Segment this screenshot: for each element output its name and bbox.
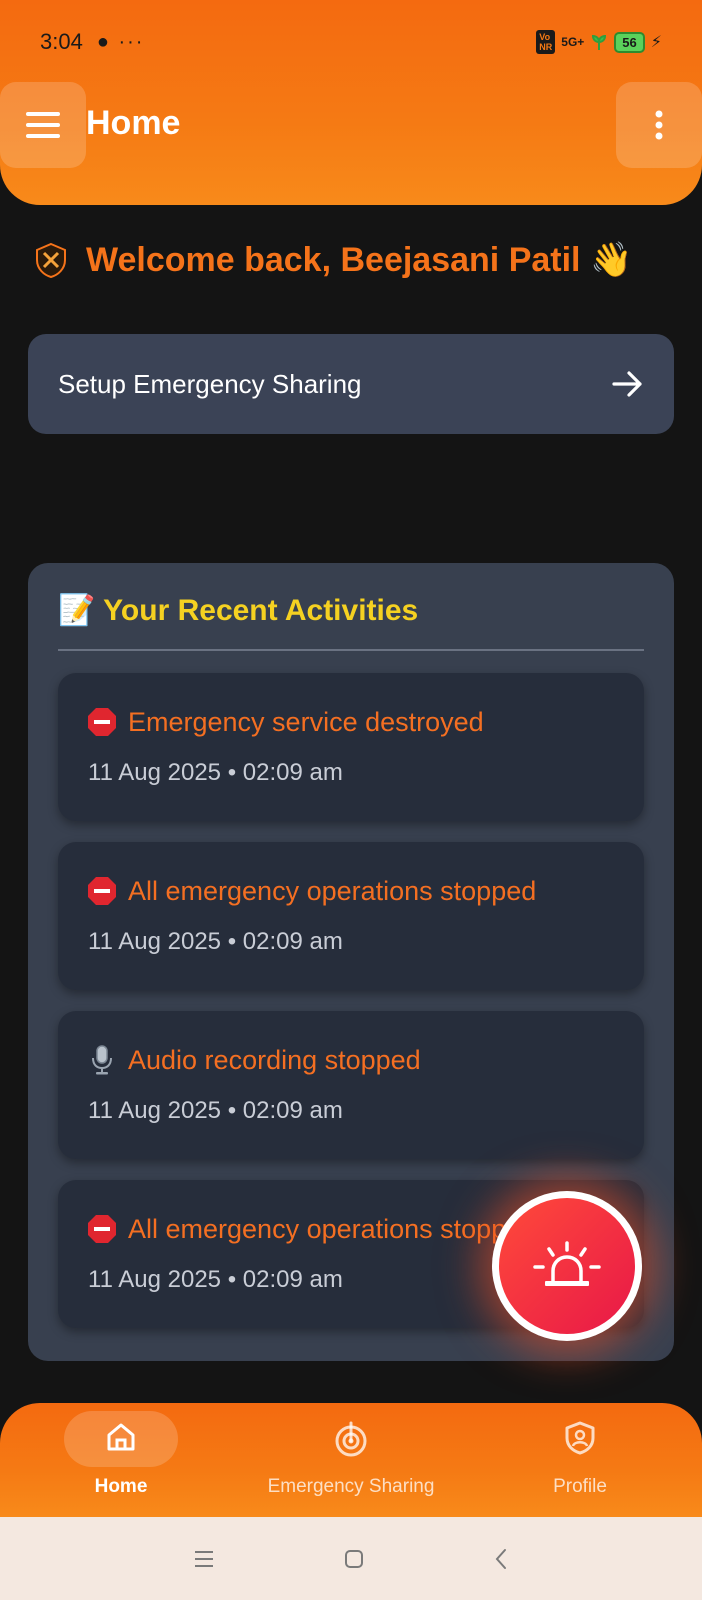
activity-title-row: All emergency operations stopped <box>86 875 536 907</box>
nav-label-emergency-sharing: Emergency Sharing <box>267 1476 435 1497</box>
signal-icon <box>592 34 607 50</box>
activity-time: 11 Aug 2025 • 02:09 am <box>88 759 343 786</box>
hamburger-icon <box>26 112 60 138</box>
arrow-right-icon <box>612 371 642 397</box>
activity-item[interactable]: All emergency operations stopped 11 Aug … <box>58 842 644 990</box>
status-time: 3:04 <box>40 29 83 54</box>
recents-icon[interactable] <box>194 1550 214 1568</box>
setup-label: Setup Emergency Sharing <box>58 368 362 399</box>
stop-sign-icon <box>88 877 116 905</box>
app-logo-icon <box>36 242 66 278</box>
microphone-icon <box>92 1045 112 1075</box>
home-icon <box>107 1423 135 1451</box>
charging-icon: ⚡ <box>650 34 662 51</box>
activity-item[interactable]: Audio recording stopped 11 Aug 2025 • 02… <box>58 1011 644 1159</box>
volte-icon: Vo NR <box>536 30 556 54</box>
radar-icon <box>335 1421 367 1457</box>
activity-item[interactable]: Emergency service destroyed 11 Aug 2025 … <box>58 673 644 821</box>
status-notification-icons: ● ··· <box>96 30 145 53</box>
nav-label-profile: Profile <box>553 1476 607 1497</box>
shield-user-icon <box>565 1421 595 1455</box>
activity-title: All emergency operations stopped <box>128 1213 537 1244</box>
sos-button-inner <box>499 1198 635 1334</box>
status-right-icons: Vo NR 5G+ 56 ⚡ <box>536 30 662 54</box>
divider <box>58 649 644 651</box>
setup-emergency-sharing-card[interactable]: Setup Emergency Sharing <box>28 334 674 434</box>
siren-icon <box>533 1241 601 1286</box>
status-bar: 3:04 ● ··· Vo NR 5G+ 56 ⚡ <box>0 22 702 62</box>
activity-time: 11 Aug 2025 • 02:09 am <box>88 1266 343 1293</box>
activity-time: 11 Aug 2025 • 02:09 am <box>88 1097 343 1124</box>
battery-level: 56 <box>614 31 645 53</box>
nav-home[interactable]: Home <box>64 1403 178 1517</box>
welcome-message: Welcome back, Beejasani Patil 👋 <box>86 241 633 279</box>
back-icon[interactable] <box>494 1548 508 1570</box>
network-type: 5G+ <box>561 35 585 49</box>
kebab-icon <box>655 110 663 140</box>
nav-label-home: Home <box>94 1476 148 1497</box>
activity-time: 11 Aug 2025 • 02:09 am <box>88 928 343 955</box>
activity-title: Emergency service destroyed <box>128 706 484 737</box>
more-options-button[interactable] <box>616 82 702 168</box>
page-title: Home <box>86 104 181 142</box>
nav-profile[interactable]: Profile <box>530 1403 630 1517</box>
activity-title-row: Audio recording stopped <box>86 1044 421 1076</box>
bottom-navigation: Home Emergency Sharing Profile <box>0 1403 702 1517</box>
activity-title: Audio recording stopped <box>128 1044 421 1075</box>
stop-sign-icon <box>88 1215 116 1243</box>
activities-header: 📝 Your Recent Activities <box>58 593 418 628</box>
activities-title: 📝 Your Recent Activities <box>58 594 419 627</box>
stop-sign-icon <box>88 708 116 736</box>
activity-title-row: Emergency service destroyed <box>86 706 484 738</box>
sos-button[interactable] <box>492 1191 642 1341</box>
home-system-icon[interactable] <box>344 1549 364 1569</box>
welcome-row: Welcome back, Beejasani Patil 👋 <box>34 240 632 280</box>
app-header: 3:04 ● ··· Vo NR 5G+ 56 ⚡ Home <box>0 0 702 205</box>
nav-emergency-sharing[interactable]: Emergency Sharing <box>256 1403 446 1517</box>
activity-title-row: All emergency operations stopped <box>86 1213 536 1245</box>
activity-title: All emergency operations stopped <box>128 875 537 906</box>
menu-button[interactable] <box>0 82 86 168</box>
system-navigation-bar <box>0 1517 702 1600</box>
